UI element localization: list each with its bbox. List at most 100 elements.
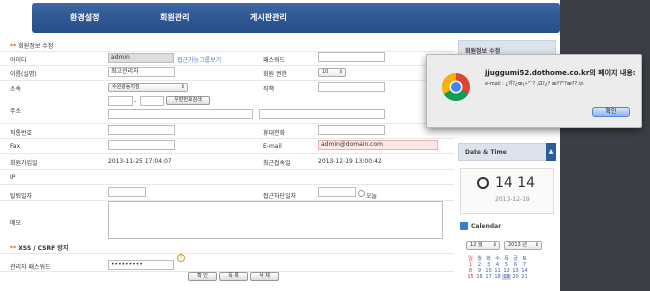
cal-day[interactable]: 15: [466, 274, 475, 280]
divider: [0, 138, 454, 139]
joined-label: 회원가입일: [10, 160, 38, 167]
weekday: 목: [504, 256, 509, 262]
admin-password-input[interactable]: •••••••••: [108, 260, 174, 270]
calendar-title: Calendar: [471, 223, 502, 230]
memo-label: 메모: [10, 220, 22, 227]
divider: [0, 51, 454, 52]
cal-day[interactable]: 21: [520, 274, 529, 280]
help-icon[interactable]: ?: [177, 254, 185, 262]
dept-value: 수원광동지점: [112, 84, 140, 90]
nav-boards[interactable]: 게시판관리: [250, 12, 287, 23]
cal-weekdays: 일월화수목금토: [466, 255, 529, 262]
confirm-button[interactable]: 확 인: [188, 272, 217, 281]
password-label: 패스워드: [263, 57, 286, 64]
level-select[interactable]: 10 ⇕: [318, 68, 346, 77]
email-input[interactable]: admin@domain.com: [318, 140, 438, 150]
section2-title-text: XSS / CSRF 방지: [18, 245, 69, 252]
leave-date-label: 탈퇴일자: [10, 193, 33, 200]
cal-day-today[interactable]: 19: [502, 274, 511, 280]
cal-day[interactable]: 20: [511, 274, 520, 280]
right-dark-bar: [560, 0, 650, 291]
mobile-label: 휴대전화: [263, 130, 286, 137]
cal-month-value: 12 월: [470, 242, 483, 248]
divider: [0, 65, 454, 66]
alert-dialog: jjuggumi52.dothome.co.kr의 페이지 내용: e-mail…: [426, 54, 642, 128]
nav-settings[interactable]: 환경설정: [70, 12, 99, 23]
cal-year-select[interactable]: 2013 년 ⇕: [504, 241, 542, 250]
divider: [0, 253, 454, 254]
weekday: 금: [513, 256, 518, 262]
divider: [0, 169, 454, 170]
name-input[interactable]: 최고관리자: [108, 67, 175, 77]
weekday: 토: [522, 256, 527, 262]
block-date-label: 접근차단일자: [263, 193, 297, 200]
zip-search-button[interactable]: 우편번호검색: [166, 96, 210, 105]
zip2-input[interactable]: [140, 96, 164, 106]
rank-label: 직책: [263, 86, 275, 93]
top-header: 환경설정 회원관리 게시판관리: [0, 0, 650, 36]
cal-day[interactable]: 16: [475, 274, 484, 280]
id-field: admin: [108, 53, 174, 63]
cal-week: 15 16 17 18 19 20 21: [466, 274, 529, 280]
ip-label: IP: [10, 174, 16, 181]
leave-date-input[interactable]: [108, 187, 146, 197]
divider: [0, 184, 454, 185]
rank-input[interactable]: [318, 82, 385, 92]
clock-widget: 14 14 2013-12-19: [460, 168, 554, 214]
clock-date: 2013-12-19: [495, 196, 530, 203]
phone-label: 직통번호: [10, 130, 33, 137]
id-label: 아이디: [10, 57, 27, 64]
divider: [0, 153, 454, 154]
alert-ok-label: 확인: [605, 108, 617, 115]
cal-month-select[interactable]: 12 월 ⇕: [466, 241, 500, 250]
main-navbar: 환경설정 회원관리 게시판관리: [32, 3, 560, 33]
divider: [0, 80, 454, 81]
select-arrow-icon: ⇕: [338, 69, 343, 75]
address-label: 주소: [10, 108, 22, 115]
address2-input[interactable]: [259, 109, 385, 119]
select-arrow-icon: ⇕: [492, 242, 497, 248]
confirm-label: 확 인: [197, 273, 208, 279]
collapse-button[interactable]: ▲: [546, 143, 556, 161]
weekday: 수: [495, 256, 500, 262]
today-checkbox[interactable]: [358, 190, 365, 197]
list-label: 목 록: [228, 273, 239, 279]
zip1-input[interactable]: [108, 96, 133, 106]
alert-title: jjuggumi52.dothome.co.kr의 페이지 내용:: [485, 69, 636, 77]
zip-search-label: 우편번호검색: [174, 97, 202, 103]
alert-ok-button[interactable]: 확인: [592, 107, 630, 117]
list-button[interactable]: 목 록: [219, 272, 248, 281]
memo-textarea[interactable]: [108, 201, 443, 239]
panel-title: Date & Time: [465, 149, 507, 156]
calendar-icon: [460, 222, 468, 230]
cal-day[interactable]: 17: [484, 274, 493, 280]
select-arrow-icon: ⇕: [180, 84, 185, 90]
address1-input[interactable]: [108, 109, 253, 119]
email-label: E-mail: [263, 143, 282, 150]
star-icon: **: [10, 43, 17, 50]
last-login-value: 2013-12-19 13:00:42: [318, 158, 382, 165]
fax-label: Fax: [10, 143, 21, 150]
access-group-link[interactable]: 접근가능그룹보기: [177, 55, 221, 64]
fax-input[interactable]: [108, 140, 175, 150]
mobile-input[interactable]: [318, 125, 385, 135]
cal-day[interactable]: 18: [493, 274, 502, 280]
phone-input[interactable]: [108, 125, 175, 135]
delete-label: 삭 제: [259, 273, 270, 279]
alert-message: e-mail : ¿?Ï?¿œ¡»"`? ,Ω?¿? æ??"?æ??.\n: [485, 81, 584, 87]
delete-button[interactable]: 삭 제: [250, 272, 279, 281]
password-input[interactable]: [318, 52, 385, 62]
dept-label: 소속: [10, 86, 22, 93]
today-label: 오늘: [366, 193, 378, 200]
nav-members[interactable]: 회원관리: [160, 12, 189, 23]
dept-select[interactable]: 수원광동지점 ⇕: [108, 83, 188, 92]
weekday: 화: [486, 256, 491, 262]
calendar-grid: 일월화수목금토 1234567 8 9 10 11 12 13 14 15 16 17 18 19 2…: [466, 255, 529, 280]
level-label: 회원 권한: [263, 71, 287, 78]
weekday: 일: [468, 256, 473, 262]
star-icon: **: [10, 245, 17, 252]
block-date-input[interactable]: [318, 187, 356, 197]
last-login-label: 최근접속일: [263, 160, 291, 167]
divider: [0, 123, 454, 124]
section-title-text: 회원정보 수정: [18, 43, 54, 50]
